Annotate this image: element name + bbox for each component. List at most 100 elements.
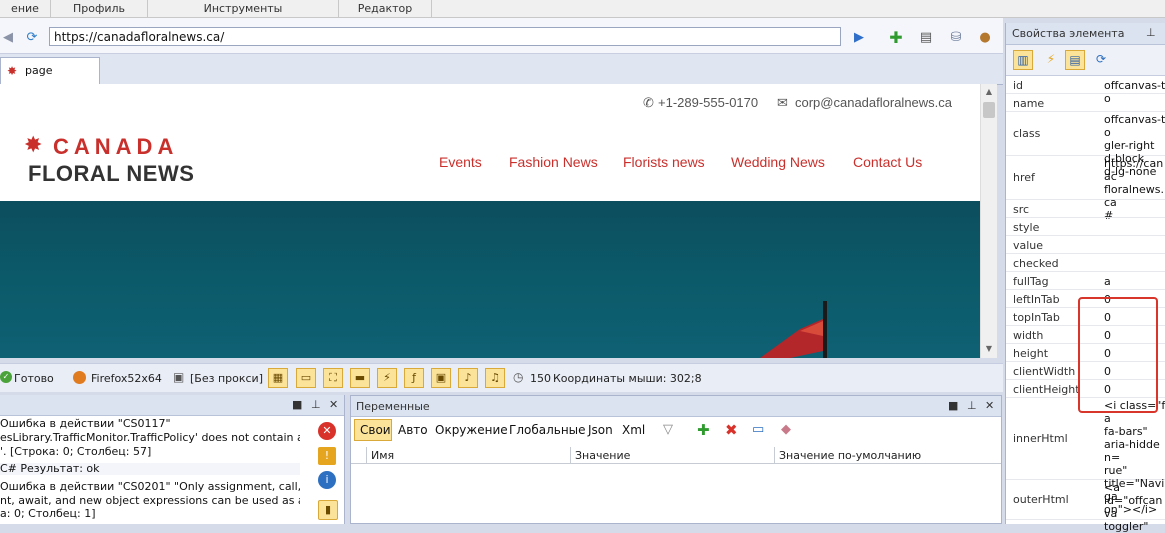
property-row[interactable]: id offcanvas-to [1006, 76, 1165, 105]
logo-floral-news[interactable]: FLORAL NEWS [28, 161, 194, 187]
add-icon[interactable]: ✚ [888, 28, 904, 47]
property-key: name [1013, 97, 1045, 110]
property-row[interactable]: outerHtml <a id="offcanva toggler" [1006, 480, 1165, 533]
column-value[interactable]: Значение [571, 447, 775, 464]
nav-events[interactable]: Events [439, 154, 482, 170]
screenshot-icon[interactable]: ▦ [268, 368, 288, 388]
property-value[interactable]: a [1104, 275, 1165, 288]
log-line: Ошибка в действии "CS0201" "Only assignm… [0, 481, 300, 493]
select-area-icon[interactable]: ⛶ [323, 368, 343, 388]
property-key: value [1013, 239, 1044, 252]
property-row[interactable]: class offcanvas-to gler-right d-block d-l… [1006, 112, 1165, 178]
variables-panel-header: Переменные ■ ⊥ ✕ [351, 396, 1001, 417]
property-row[interactable]: name [1006, 94, 1165, 112]
properties-title: Свойства элемента [1012, 27, 1125, 40]
property-row[interactable]: style [1006, 218, 1165, 236]
property-key: height [1013, 347, 1049, 360]
property-key: class [1013, 127, 1041, 140]
column-name[interactable]: Имя [367, 447, 571, 464]
property-row[interactable]: value [1006, 236, 1165, 254]
site-header: ✸ CANADA FLORAL NEWS Events Fashion News… [0, 121, 980, 201]
music-icon[interactable]: ♫ [485, 368, 505, 388]
panel-pin-icon[interactable]: ⊥ [967, 399, 977, 412]
nav-contact-us[interactable]: Contact Us [853, 154, 922, 170]
variables-panel: Переменные ■ ⊥ ✕ Свои Авто Окружение Гло… [350, 395, 1002, 524]
nav-florists-news[interactable]: Florists news [623, 154, 705, 170]
trace-filter-icon[interactable]: ▮ [318, 500, 338, 520]
scroll-down-icon[interactable]: ▼ [982, 344, 996, 354]
properties-view-icon[interactable]: ▥ [1013, 50, 1033, 70]
menu-item-editor[interactable]: Редактор [339, 0, 432, 17]
sorted-list-icon[interactable]: ▤ [1065, 50, 1085, 70]
browser-scrollbar[interactable]: ▲ ▼ [980, 84, 997, 358]
lightning-icon[interactable]: ⚡ [377, 368, 397, 388]
logo-canada[interactable]: CANADA [53, 134, 178, 160]
column-default-value[interactable]: Значение по-умолчанию [775, 447, 1001, 464]
maple-leaf-icon: ✸ [7, 64, 18, 78]
property-row[interactable]: src [1006, 200, 1165, 218]
tab-strip: ✸ page [0, 54, 1003, 85]
panel-pin-icon[interactable]: ⊥ [1146, 26, 1156, 39]
tab-environment[interactable]: Окружение [435, 423, 508, 437]
property-key: checked [1013, 257, 1059, 270]
back-arrow-icon[interactable]: ◀ [0, 29, 16, 45]
site-email[interactable]: corp@canadafloralnews.ca [795, 95, 952, 110]
log-line: а: 0; Столбец: 1] [0, 508, 96, 520]
tab-page[interactable]: ✸ page [0, 57, 100, 84]
delete-variable-icon[interactable]: ✖ [725, 421, 738, 439]
tab-auto[interactable]: Авто [398, 423, 428, 437]
errors-filter-icon[interactable]: ✕ [318, 422, 336, 440]
nav-wedding-news[interactable]: Wedding News [731, 154, 825, 170]
status-browser[interactable]: Firefox52x64 [91, 372, 162, 385]
url-input[interactable] [49, 27, 841, 46]
go-play-icon[interactable]: ▶ [851, 29, 867, 45]
menu-item-view[interactable]: ение [0, 0, 51, 17]
property-key: fullTag [1013, 275, 1049, 288]
row-header-cell [351, 447, 367, 464]
add-variable-icon[interactable]: ✚ [697, 421, 710, 439]
window-icon[interactable]: ▭ [296, 368, 316, 388]
monitor-icon[interactable]: ▣ [431, 368, 451, 388]
panel-close-icon[interactable]: ✕ [329, 398, 338, 411]
page-list-icon[interactable]: ▤ [918, 29, 934, 45]
scroll-thumb[interactable] [983, 102, 995, 118]
property-row[interactable]: checked [1006, 254, 1165, 272]
site-phone[interactable]: +1-289-555-0170 [658, 95, 758, 110]
refresh-icon[interactable]: ⟳ [24, 29, 40, 45]
status-proxy[interactable]: [Без прокси] [190, 372, 263, 385]
properties-header: Свойства элемента ⊥ [1006, 23, 1165, 45]
edit-variable-icon[interactable]: ▭ [752, 422, 764, 437]
status-bar: ✓ Готово Firefox52x64 ▣ [Без прокси] ▦ ▭… [0, 363, 1003, 392]
menu-item-profile[interactable]: Профиль [51, 0, 148, 17]
tab-json[interactable]: Json [588, 423, 613, 437]
property-value[interactable]: <a id="offcanva toggler" [1104, 481, 1165, 533]
property-row[interactable]: href https://canac floralnews.ca # [1006, 156, 1165, 222]
eraser-icon[interactable]: ◆ [781, 422, 791, 437]
nav-fashion-news[interactable]: Fashion News [509, 154, 598, 170]
warnings-filter-icon[interactable]: ! [318, 447, 336, 465]
tab-global[interactable]: Глобальные [509, 423, 586, 437]
address-toolbar: ◀ ⟳ ▶ ✚ ▤ ⛁ ● [0, 18, 1003, 54]
panel-maximize-icon[interactable]: ■ [948, 399, 958, 412]
info-filter-icon[interactable]: i [318, 471, 336, 489]
flash-icon[interactable]: ƒ [404, 368, 424, 388]
menu-item-tools[interactable]: Инструменты [148, 0, 339, 17]
bell-icon[interactable]: ♪ [458, 368, 478, 388]
property-row[interactable]: fullTag a [1006, 272, 1165, 290]
panel-maximize-icon[interactable]: ■ [292, 398, 302, 411]
scroll-up-icon[interactable]: ▲ [982, 87, 996, 97]
tab-xml[interactable]: Xml [622, 423, 645, 437]
filter-icon[interactable]: ▽ [663, 422, 673, 437]
cookie-icon[interactable]: ● [977, 29, 993, 45]
database-icon[interactable]: ⛁ [948, 29, 964, 45]
panel-pin-icon[interactable]: ⊥ [311, 398, 321, 411]
tab-page-label: page [25, 64, 53, 77]
property-key: width [1013, 329, 1044, 342]
panel-close-icon[interactable]: ✕ [985, 399, 994, 412]
status-timer: 150 [530, 372, 551, 385]
events-lightning-icon[interactable]: ⚡ [1041, 50, 1061, 70]
refresh-properties-icon[interactable]: ⟳ [1091, 50, 1111, 70]
tab-own[interactable]: Свои [360, 423, 391, 437]
highlight-box [1078, 297, 1158, 413]
css-icon[interactable]: ▬ [350, 368, 370, 388]
